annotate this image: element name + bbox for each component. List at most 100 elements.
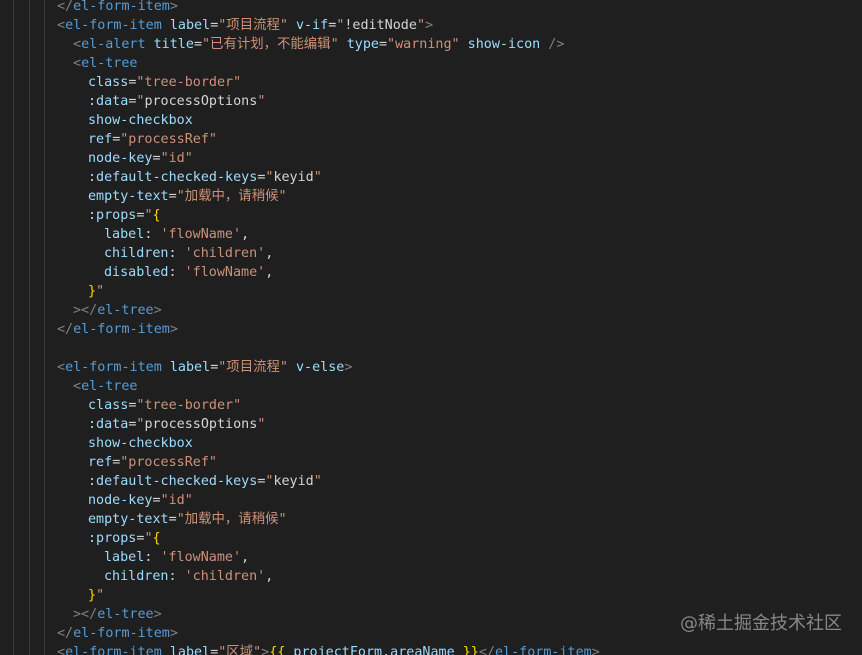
code-token: :props — [88, 531, 137, 546]
code-token: "processRef" — [120, 132, 217, 147]
code-token: " — [257, 94, 266, 109]
code-token: empty-text — [88, 189, 169, 204]
code-token: </ — [478, 645, 495, 655]
code-token: "加载中，请稍候" — [176, 189, 287, 204]
code-token: , — [265, 246, 274, 261]
code-token: label — [104, 550, 145, 565]
code-token: el-form-item — [494, 645, 592, 655]
code-token: :props — [88, 208, 137, 223]
code-token: :data — [88, 94, 129, 109]
code-token: > — [591, 645, 600, 655]
code-token: el-form-item — [73, 626, 170, 641]
code-line: empty-text="加载中，请稍候" — [0, 510, 862, 529]
code-token: node-key — [88, 151, 153, 166]
code-token: el-form-item — [73, 0, 170, 14]
code-token: :default-checked-keys — [88, 170, 258, 185]
code-token: > — [425, 18, 434, 33]
code-token: "tree-border" — [136, 398, 242, 413]
code-token: label — [169, 645, 211, 655]
code-line: label: 'flowName', — [0, 225, 862, 244]
code-line: node-key="id" — [0, 149, 862, 168]
code-line: ref="processRef" — [0, 453, 862, 472]
code-token: " — [96, 284, 105, 299]
code-line: class="tree-border" — [0, 73, 862, 92]
code-token: < — [57, 645, 66, 655]
code-token: v-if — [296, 18, 329, 33]
code-token: "processRef" — [120, 455, 217, 470]
code-token: /> — [548, 37, 565, 52]
code-token: v-else — [296, 360, 345, 375]
code-token: , — [265, 265, 274, 280]
code-token: 'flowName' — [160, 550, 242, 565]
code-line: <el-form-item label="项目流程" v-else> — [0, 358, 862, 377]
code-token: children — [104, 569, 169, 584]
code-token: keyid — [273, 170, 314, 185]
code-token: :default-checked-keys — [88, 474, 258, 489]
code-line: show-checkbox — [0, 434, 862, 453]
code-token: " — [313, 474, 322, 489]
code-token: "id" — [160, 493, 193, 508]
code-token: , — [241, 550, 250, 565]
code-line: ref="processRef" — [0, 130, 862, 149]
code-token: }} — [454, 645, 479, 655]
code-lines[interactable]: </el-form-item> <el-form-item label="项目流… — [0, 0, 862, 655]
code-token: : — [168, 265, 185, 280]
code-token: processOptions — [144, 94, 258, 109]
code-token: < — [57, 18, 66, 33]
code-token: show-checkbox — [88, 436, 193, 451]
code-token: el-form-item — [65, 360, 162, 375]
code-line: disabled: 'flowName', — [0, 263, 862, 282]
code-token: show-checkbox — [88, 113, 193, 128]
code-token: = — [152, 151, 161, 166]
code-token: "项目流程" — [218, 360, 288, 375]
code-token: " — [96, 588, 105, 603]
code-token: " — [144, 208, 153, 223]
code-token: : — [144, 227, 161, 242]
code-token: = — [168, 512, 177, 527]
code-token: projectForm — [293, 645, 383, 655]
code-line: label: 'flowName', — [0, 548, 862, 567]
code-token: areaName — [390, 645, 455, 655]
code-token: show-icon — [467, 37, 541, 52]
code-token: "加载中，请稍候" — [176, 512, 287, 527]
code-token: > — [344, 360, 353, 375]
code-token: } — [88, 284, 97, 299]
code-token: node-key — [88, 493, 153, 508]
code-token: 'children' — [184, 569, 266, 584]
code-token: } — [88, 588, 97, 603]
code-token: < — [73, 379, 82, 394]
code-token: empty-text — [88, 512, 169, 527]
code-token: " — [144, 531, 153, 546]
code-token: , — [265, 569, 274, 584]
code-token: ></ — [73, 303, 98, 318]
code-editor[interactable]: </el-form-item> <el-form-item label="项目流… — [0, 0, 862, 655]
code-token: children — [104, 246, 169, 261]
code-token: label — [104, 227, 145, 242]
code-token: :data — [88, 417, 129, 432]
code-token: class — [88, 398, 129, 413]
code-token: "项目流程" — [218, 18, 288, 33]
code-token: type — [346, 37, 379, 52]
code-token: el-form-item — [73, 322, 170, 337]
code-token: ></ — [73, 607, 98, 622]
code-line: class="tree-border" — [0, 396, 862, 415]
code-token: el-tree — [81, 56, 138, 71]
code-token: "tree-border" — [136, 75, 242, 90]
code-token: > — [169, 322, 178, 337]
code-token: = — [193, 37, 202, 52]
code-line: children: 'children', — [0, 244, 862, 263]
code-line: :props="{ — [0, 529, 862, 548]
code-token: = — [378, 37, 388, 52]
code-token: > — [261, 645, 270, 655]
code-token: 'children' — [184, 246, 266, 261]
code-token: el-tree — [81, 379, 138, 394]
code-token: label — [169, 360, 211, 375]
